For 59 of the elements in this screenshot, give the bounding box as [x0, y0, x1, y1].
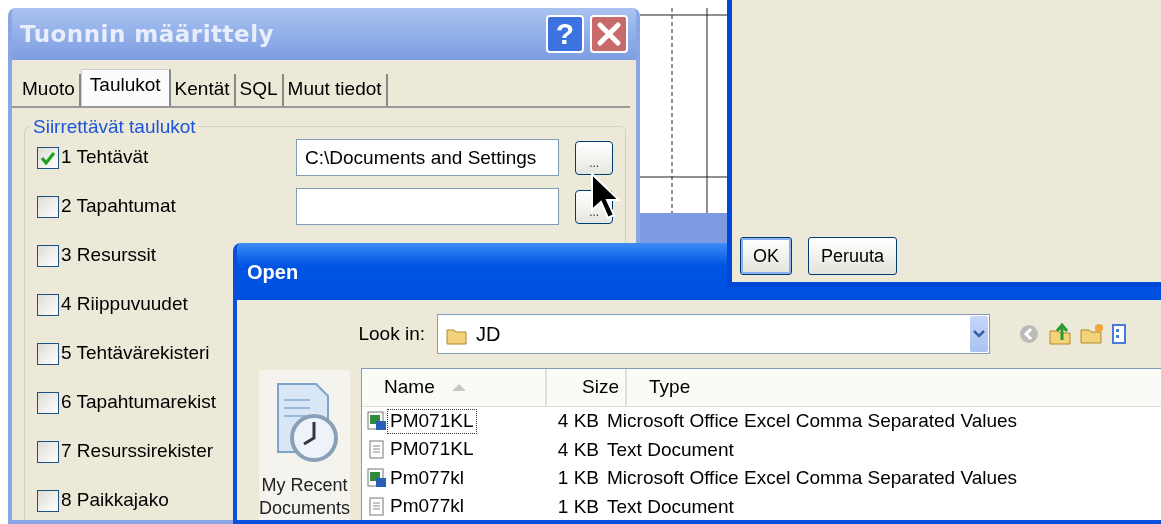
column-label: Name	[384, 375, 435, 400]
checkbox-label: 6 Tapahtumarekist	[61, 391, 216, 413]
caret-icon	[973, 330, 985, 338]
checkbox[interactable]	[37, 489, 59, 512]
path-field[interactable]	[296, 188, 560, 225]
checkbox[interactable]	[37, 244, 59, 267]
checkbox-label: 3 Resurssit	[61, 244, 157, 266]
place-label[interactable]: My Recent Documents	[259, 474, 351, 520]
column-header[interactable]: Name	[362, 369, 548, 406]
file-name[interactable]: PM071KL	[387, 437, 477, 463]
ok-button[interactable]: OK	[740, 237, 792, 275]
mouse-pointer-icon	[590, 172, 622, 222]
file-size: 1 KB	[556, 494, 601, 519]
file-name[interactable]: Pm077kl	[387, 465, 467, 491]
tab[interactable]: Kentät	[170, 74, 236, 106]
tab[interactable]: Muut tiedot	[283, 74, 388, 106]
file-name[interactable]: Pm077kl	[387, 494, 467, 520]
file-type: Text Document	[607, 494, 734, 519]
file-type: Microsoft Office Excel Comma Separated Values	[607, 466, 1018, 490]
view-menu-icon[interactable]	[1112, 323, 1126, 345]
look-in-dropdown[interactable]: JD	[437, 314, 990, 354]
dropdown-button[interactable]	[970, 316, 988, 352]
folder-name: JD	[476, 322, 501, 347]
checkbox[interactable]	[37, 342, 59, 365]
column-label: Size	[582, 375, 620, 400]
path-field[interactable]: C:\Documents and Settings	[296, 139, 560, 176]
close-icon	[596, 21, 622, 47]
checkbox[interactable]	[37, 440, 59, 463]
column-header[interactable]: Type	[627, 369, 1161, 406]
checkbox[interactable]	[37, 391, 59, 414]
checkbox-label: 4 Riippuvuudet	[61, 293, 188, 315]
window-title: Tuonnin määrittely	[20, 19, 275, 49]
checkbox[interactable]	[37, 195, 59, 218]
file-size: 4 KB	[556, 437, 601, 462]
spreadsheet-file-icon	[367, 468, 388, 489]
file-size: 1 KB	[556, 466, 601, 490]
up-folder-icon[interactable]	[1048, 322, 1072, 346]
file-name[interactable]: PM071KL	[387, 408, 477, 434]
checkbox-label: 1 Tehtävät	[61, 146, 149, 168]
browse-button[interactable]: ...	[575, 140, 613, 175]
column-header[interactable]: Size	[547, 369, 628, 406]
column-label: Type	[649, 375, 691, 400]
look-in-label: Look in:	[357, 321, 426, 346]
tab[interactable]: Taulukot	[80, 69, 171, 106]
checkbox-label: 7 Resurssirekister	[61, 440, 214, 462]
checkbox-label: 5 Tehtävärekisteri	[61, 342, 210, 364]
file-type: Text Document	[607, 437, 734, 462]
file-size: 4 KB	[556, 409, 601, 433]
close-button[interactable]	[590, 15, 628, 53]
file-type: Microsoft Office Excel Comma Separated Values	[607, 409, 1018, 433]
checkbox-label: 8 Paikkajako	[61, 489, 169, 511]
checkbox[interactable]	[37, 146, 59, 169]
cancel-button[interactable]: Peruuta	[808, 237, 898, 275]
spreadsheet-file-icon	[367, 411, 388, 432]
tab[interactable]: SQL	[235, 74, 284, 106]
checkbox[interactable]	[37, 293, 59, 316]
window-title: Open	[247, 259, 299, 285]
checkbox-label: 2 Tapahtumat	[61, 195, 176, 217]
help-button[interactable]: ?	[546, 15, 584, 53]
